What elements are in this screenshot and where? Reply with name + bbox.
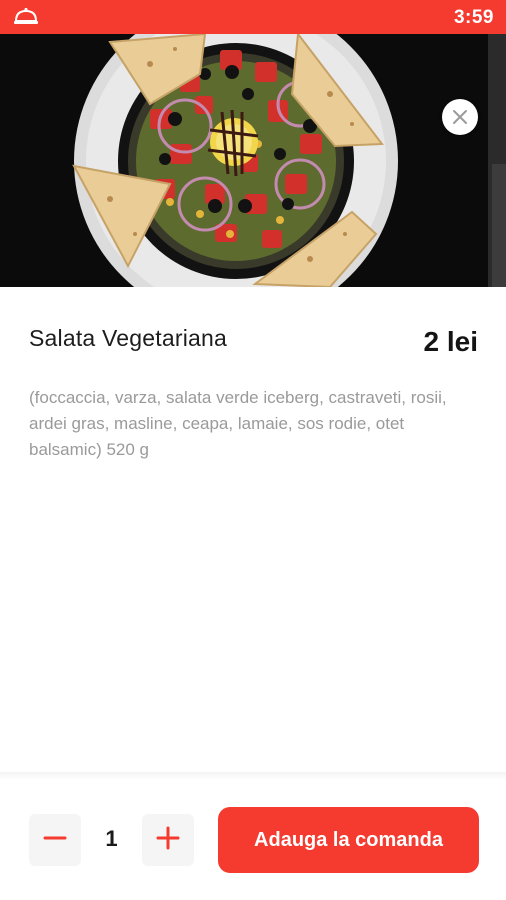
minus-icon [43,826,67,855]
product-price: 2 lei [423,326,478,357]
status-bar: 3:59 [0,0,506,34]
quantity-value: 1 [105,826,118,851]
product-name: Salata Vegetariana [29,325,227,351]
product-description: (foccaccia, varza, salata verde iceberg,… [29,388,447,459]
close-icon [450,107,470,127]
order-bar-divider [0,772,506,780]
increase-quantity-button[interactable] [142,814,194,866]
close-button[interactable] [442,99,478,135]
plus-icon [156,826,180,855]
food-cloche-icon [12,7,40,27]
decrease-quantity-button[interactable] [29,814,81,866]
status-time: 3:59 [453,7,494,28]
add-to-order-button[interactable]: Adauga la comanda [218,807,479,873]
product-image [0,34,506,287]
